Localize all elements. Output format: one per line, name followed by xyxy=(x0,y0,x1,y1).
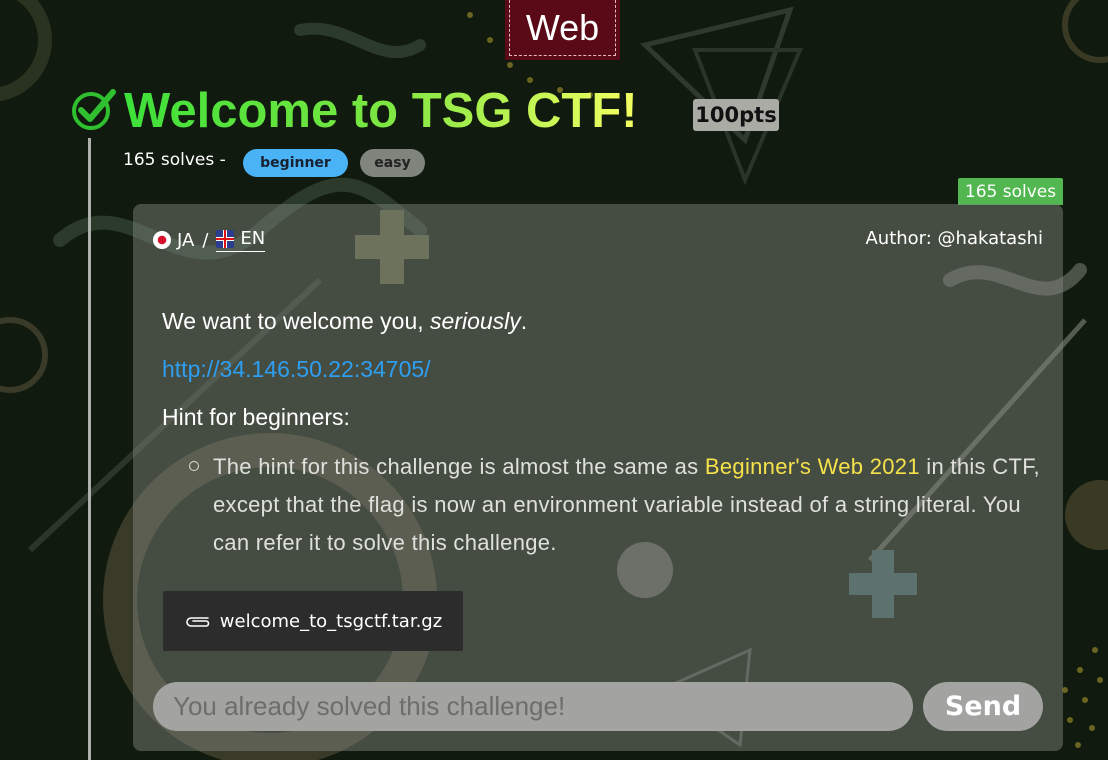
send-button[interactable]: Send xyxy=(923,682,1043,731)
description-text: We want to welcome you, xyxy=(162,308,431,334)
lang-separator: / xyxy=(202,229,209,251)
solves-count: 165 solves - xyxy=(123,150,226,170)
download-file-button[interactable]: welcome_to_tsgctf.tar.gz xyxy=(163,591,463,651)
flag-input[interactable] xyxy=(153,682,913,731)
author: Author: @hakatashi xyxy=(865,228,1043,249)
challenge-url-link[interactable]: http://34.146.50.22:34705/ xyxy=(162,356,431,383)
japan-flag-icon xyxy=(153,231,171,249)
hint-title: Hint for beginners: xyxy=(162,404,350,430)
points-badge: 100pts xyxy=(693,99,779,131)
beginners-web-link[interactable]: Beginner's Web 2021 xyxy=(705,454,920,479)
hint-text-pre: The hint for this challenge is almost th… xyxy=(213,454,705,479)
solves-badge: 165 solves xyxy=(958,178,1063,205)
language-switcher: JA / EN xyxy=(153,228,266,252)
tag-easy[interactable]: easy xyxy=(360,149,425,177)
category-label: Web xyxy=(509,0,616,56)
lang-en-label: EN xyxy=(240,228,266,249)
description-emphasis: seriously xyxy=(430,308,521,334)
paperclip-icon xyxy=(186,617,210,627)
description-end: . xyxy=(520,308,528,334)
uk-flag-icon xyxy=(216,229,235,248)
lang-en-link[interactable]: EN xyxy=(216,228,266,252)
description: We want to welcome you, seriously. xyxy=(162,308,527,335)
tag-beginner[interactable]: beginner xyxy=(243,149,348,177)
timeline-line xyxy=(88,138,91,760)
list-bullet-icon xyxy=(189,461,199,471)
challenge-title: Welcome to TSG CTF! xyxy=(124,76,638,146)
lang-ja-link[interactable]: JA xyxy=(177,230,194,251)
hint-item: The hint for this challenge is almost th… xyxy=(213,448,1043,562)
category-header: Web xyxy=(505,0,620,60)
file-name: welcome_to_tsgctf.tar.gz xyxy=(219,610,443,632)
solved-check-icon xyxy=(72,89,116,130)
